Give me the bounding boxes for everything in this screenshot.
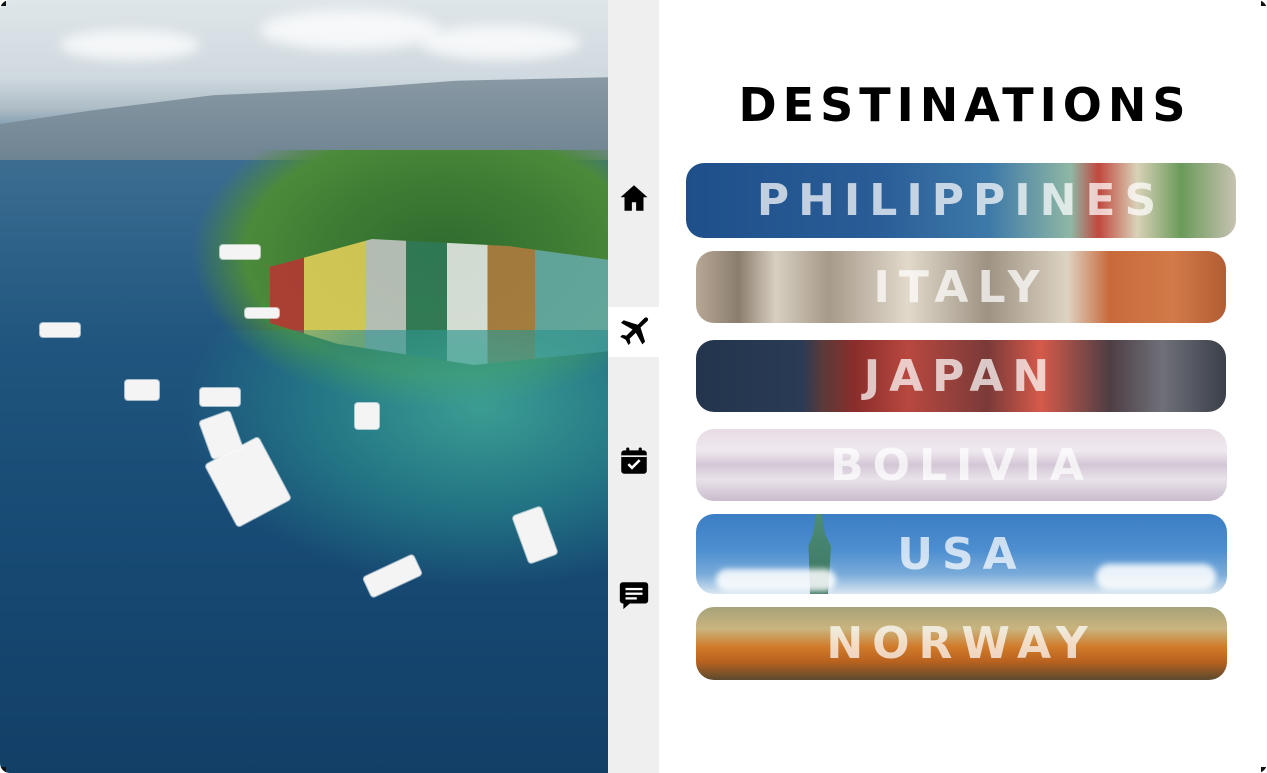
calendar-check-icon	[620, 447, 647, 474]
destination-label: BOLIVIA	[830, 439, 1093, 491]
app-frame: DESTINATIONS PHILIPPINES ITALY JAPAN BOL…	[0, 0, 1267, 773]
destination-card-japan[interactable]: JAPAN	[696, 340, 1226, 412]
destination-card-usa[interactable]: USA	[696, 514, 1227, 594]
destination-label: NORWAY	[826, 618, 1097, 669]
side-nav	[608, 0, 659, 773]
page-title: DESTINATIONS	[738, 78, 1192, 132]
destination-label: ITALY	[873, 261, 1049, 313]
corner-marker	[0, 0, 6, 6]
nav-bookings-button[interactable]	[608, 436, 659, 486]
destination-card-italy[interactable]: ITALY	[696, 251, 1226, 323]
home-icon	[620, 185, 647, 211]
hero-image	[0, 0, 608, 773]
corner-marker	[1261, 767, 1267, 773]
corner-marker	[1261, 0, 1267, 6]
destination-label: USA	[897, 528, 1026, 580]
destination-label: PHILIPPINES	[756, 175, 1166, 226]
chat-icon	[619, 582, 648, 610]
destination-card-philippines[interactable]: PHILIPPINES	[686, 163, 1236, 238]
corner-marker	[0, 767, 6, 773]
destination-card-norway[interactable]: NORWAY	[696, 607, 1227, 680]
destination-label: JAPAN	[863, 350, 1059, 402]
nav-home-button[interactable]	[608, 173, 659, 223]
nav-flights-button[interactable]	[608, 307, 659, 357]
destination-card-bolivia[interactable]: BOLIVIA	[696, 429, 1227, 501]
nav-messages-button[interactable]	[608, 570, 659, 620]
airplane-icon	[619, 317, 648, 346]
